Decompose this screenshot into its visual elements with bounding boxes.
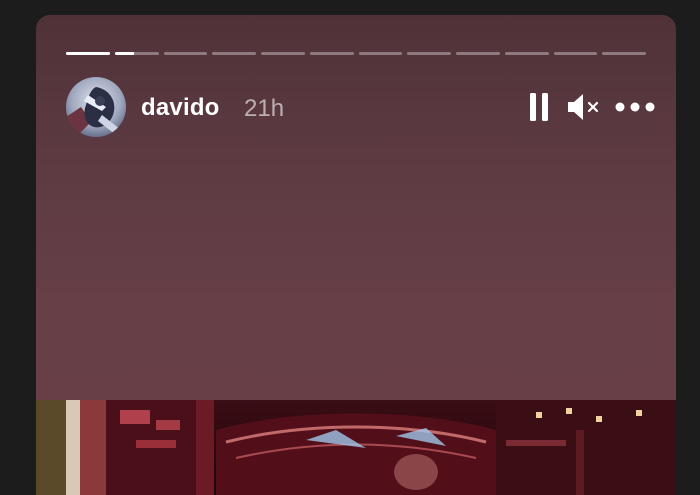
more-horizontal-icon — [615, 102, 655, 112]
progress-segment — [66, 52, 110, 55]
progress-segment — [163, 52, 208, 55]
more-options-button[interactable] — [614, 91, 656, 123]
progress-segment — [114, 52, 159, 55]
story-username[interactable]: davido — [141, 94, 220, 122]
speaker-muted-icon — [568, 94, 599, 120]
progress-segment — [504, 52, 549, 55]
pause-icon — [530, 93, 548, 121]
mute-button[interactable] — [566, 91, 600, 123]
story-header: davido 21h — [66, 77, 656, 139]
progress-segment-fill — [114, 52, 135, 55]
story-timestamp: 21h — [244, 95, 285, 122]
progress-segment — [407, 52, 451, 55]
story-viewer[interactable]: davido 21h — [36, 15, 676, 495]
story-progress-bar — [66, 52, 646, 55]
progress-segment — [212, 52, 256, 55]
progress-segment — [261, 52, 305, 55]
progress-segment — [456, 52, 500, 55]
story-controls — [526, 91, 656, 123]
concert-photo — [36, 400, 676, 495]
avatar-image — [66, 77, 126, 137]
progress-segment — [358, 52, 403, 55]
progress-segment — [602, 52, 646, 55]
avatar[interactable] — [66, 77, 126, 137]
progress-segment — [553, 52, 598, 55]
story-media-image — [36, 400, 676, 495]
pause-button[interactable] — [526, 91, 552, 123]
progress-segment — [309, 52, 354, 55]
progress-segment-fill — [66, 52, 110, 55]
